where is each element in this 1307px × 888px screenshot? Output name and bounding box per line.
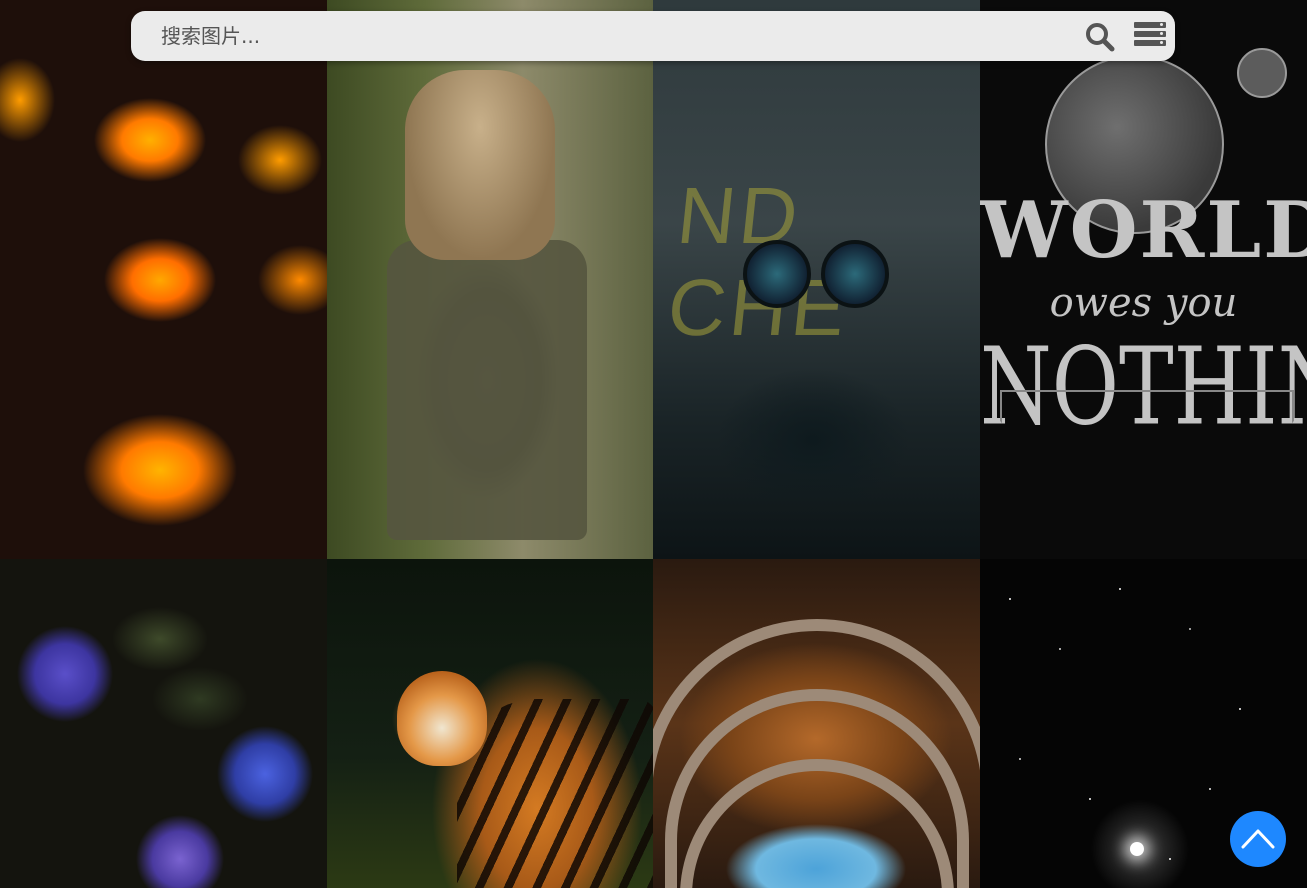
gallery-image-hydrangeas[interactable] — [0, 559, 327, 888]
gallery-image-world-owes-you-nothing[interactable]: WORLD owes you NOTHING — [980, 0, 1307, 559]
motorcycle-gauge-left — [743, 240, 811, 308]
gallery-image-brick-arches[interactable] — [653, 559, 980, 888]
gallery-image-hexagon-lights[interactable] — [0, 0, 327, 559]
search-icon — [1086, 23, 1115, 52]
chevron-up-icon — [1241, 829, 1275, 849]
image-gallery: ND CHE WORLD owes you NOTHING — [0, 0, 1307, 888]
poster-word-world: WORLD — [980, 185, 1307, 276]
moon-illustration — [1237, 48, 1287, 98]
back-to-top-button[interactable] — [1230, 811, 1286, 867]
search-input[interactable] — [131, 11, 1031, 61]
gallery-image-motorcycle[interactable]: ND CHE — [653, 0, 980, 559]
menu-button[interactable] — [1134, 22, 1166, 50]
poster-word-owes-you: owes you — [1049, 280, 1238, 326]
road-painted-text: ND CHE — [663, 171, 854, 352]
gallery-image-tiger[interactable] — [327, 559, 653, 888]
search-bar — [131, 11, 1175, 61]
galaxy-core — [1130, 842, 1144, 856]
gallery-image-girl-backpack[interactable] — [327, 0, 653, 559]
poster-burst-shape — [1000, 390, 1294, 537]
motorcycle-gauge-right — [821, 240, 889, 308]
search-button[interactable] — [1084, 21, 1116, 53]
tiger-head — [397, 671, 487, 766]
